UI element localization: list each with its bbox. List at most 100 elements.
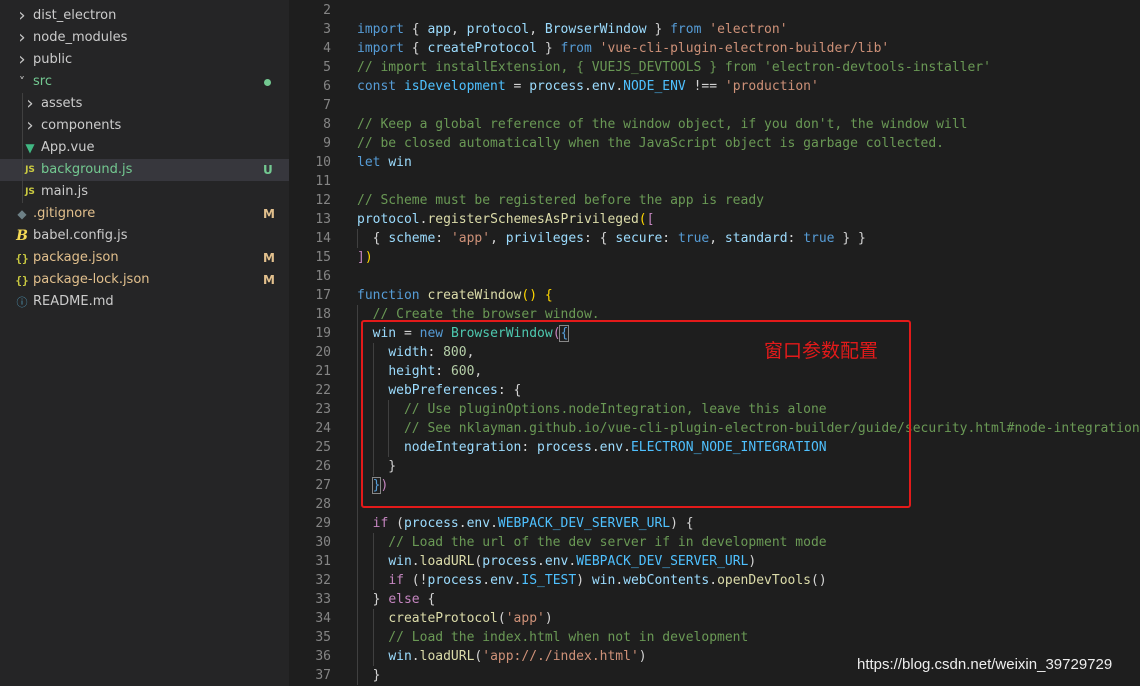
code-token: } [646,22,671,37]
explorer-file-readme-md[interactable]: ⓘ README.md [0,291,289,313]
line-number: 26 [315,459,331,474]
code-line[interactable]: 34 createProtocol('app') [289,609,1140,628]
chevron-down-icon[interactable]: ˅ [15,71,29,93]
code-text: // be closed automatically when the Java… [357,134,944,153]
code-text: const isDevelopment = process.env.NODE_E… [357,77,819,96]
code-line[interactable]: 13 protocol.registerSchemesAsPrivileged([ [289,210,1140,229]
code-line[interactable]: 32 if (!process.env.IS_TEST) win.webCont… [289,571,1140,590]
code-line[interactable]: 7 [289,96,1140,115]
explorer-item-label: App.vue [41,140,95,155]
chevron-right-icon[interactable]: › [23,115,37,137]
explorer-file-main-js[interactable]: JS main.js [0,181,289,203]
explorer-folder-components[interactable]: › components [0,115,289,137]
code-token: from [670,22,702,37]
code-text: let win [357,153,412,172]
explorer-item-label: README.md [33,294,114,309]
code-token: privileges [505,231,585,246]
explorer-folder-node-modules[interactable]: › node_modules [0,27,289,49]
explorer-folder-public[interactable]: › public [0,49,289,71]
explorer-file-gitignore[interactable]: ◆ .gitignore M [0,203,289,225]
chevron-right-icon[interactable]: › [23,93,37,115]
code-line[interactable]: 6 const isDevelopment = process.env.NODE_… [289,77,1140,96]
code-line[interactable]: 35 // Load the index.html when not in de… [289,628,1140,647]
line-number: 8 [323,117,331,132]
code-token: . [482,573,491,588]
code-text: { scheme: 'app', privileges: { secure: t… [357,229,866,248]
code-line[interactable]: 12 // Scheme must be registered before th… [289,191,1140,210]
code-line[interactable]: 33 } else { [289,590,1140,609]
code-text: // Load the url of the dev server if in … [357,533,827,552]
line-number: 27 [315,478,331,493]
chevron-right-icon[interactable]: › [15,49,29,71]
explorer-folder-assets[interactable]: › assets [0,93,289,115]
explorer-sidebar: › dist_electron › node_modules › public ˅ src › a… [0,0,289,686]
indent-guide [372,609,374,666]
explorer-file-babel-config-js[interactable]: Bbabel.config.js [0,225,289,247]
line-number: 20 [315,345,331,360]
code-line[interactable]: 9 // be closed automatically when the Jav… [289,134,1140,153]
code-token: 'vue-cli-plugin-electron-builder/lib' [599,41,890,56]
chevron-right-icon[interactable]: › [15,5,29,27]
js-file-icon: JS [25,187,35,197]
code-text: } else { [357,590,436,609]
explorer-file-package-json[interactable]: {} package.json M [0,247,289,269]
code-text: if (!process.env.IS_TEST) win.webContent… [357,571,827,590]
chevron-right-icon[interactable]: › [15,27,29,49]
git-status-badge: U [263,163,273,177]
code-token: win [388,554,412,569]
line-number: 18 [315,307,331,322]
code-line[interactable]: 5 // import installExtension, { VUEJS_DEV… [289,58,1140,77]
explorer-file-background-js[interactable]: JS background.js U [0,159,289,181]
code-line[interactable]: 2 [289,1,1140,20]
code-token: } [537,41,561,56]
line-number: 15 [315,250,331,265]
code-token: { [544,288,553,303]
code-line[interactable]: 8 // Keep a global reference of the windo… [289,115,1140,134]
code-token: win [388,649,412,664]
code-token: ) [748,554,757,569]
code-token: ) [364,250,373,265]
code-line[interactable]: 16 [289,267,1140,286]
code-token: : [662,231,678,246]
code-line[interactable]: 10 let win [289,153,1140,172]
line-number: 12 [315,193,331,208]
code-line[interactable]: 4 import { createProtocol } from 'vue-cli… [289,39,1140,58]
line-number: 3 [323,22,331,37]
code-token: . [411,649,420,664]
code-token: () [811,573,827,588]
explorer-file-app-vue[interactable]: ▼ App.vue [0,137,289,159]
explorer-file-package-lock-json[interactable]: {} package-lock.json M [0,269,289,291]
code-token: (! [403,573,428,588]
code-token: win [388,155,412,170]
code-line[interactable]: 14 { scheme: 'app', privileges: { secure… [289,229,1140,248]
explorer-item-label: public [33,52,73,67]
code-line[interactable]: 31 win.loadURL(process.env.WEBPACK_DEV_S… [289,552,1140,571]
code-line[interactable]: 29 if (process.env.WEBPACK_DEV_SERVER_UR… [289,514,1140,533]
line-number: 32 [315,573,331,588]
code-line[interactable]: 3 import { app, protocol, BrowserWindow }… [289,20,1140,39]
code-token: 'app://./index.html' [482,649,639,664]
code-token: // Scheme must be registered before the … [357,193,764,208]
code-line[interactable]: 30 // Load the url of the dev server if … [289,533,1140,552]
code-token: // Load the url of the dev server if in … [357,535,827,550]
code-token: if [372,516,389,531]
code-text: import { createProtocol } from 'vue-cli-… [357,39,889,58]
code-token: app [427,22,451,37]
line-number: 36 [315,649,331,664]
code-line[interactable]: 11 [289,172,1140,191]
code-token: = [505,79,530,94]
code-line[interactable]: 15]) [289,248,1140,267]
code-token: // Keep a global reference of the window… [357,117,968,132]
indent-guide [372,533,374,590]
explorer-folder-src[interactable]: ˅ src [0,71,289,93]
code-token: import [357,41,404,56]
explorer-folder-dist-electron[interactable]: › dist_electron [0,5,289,27]
code-token: win [591,573,616,588]
code-line[interactable]: 17 function createWindow() { [289,286,1140,305]
code-token: { [357,231,389,246]
line-number: 10 [315,155,331,170]
line-number: 4 [323,41,331,56]
code-token: else [388,592,420,607]
code-token: protocol [357,212,420,227]
